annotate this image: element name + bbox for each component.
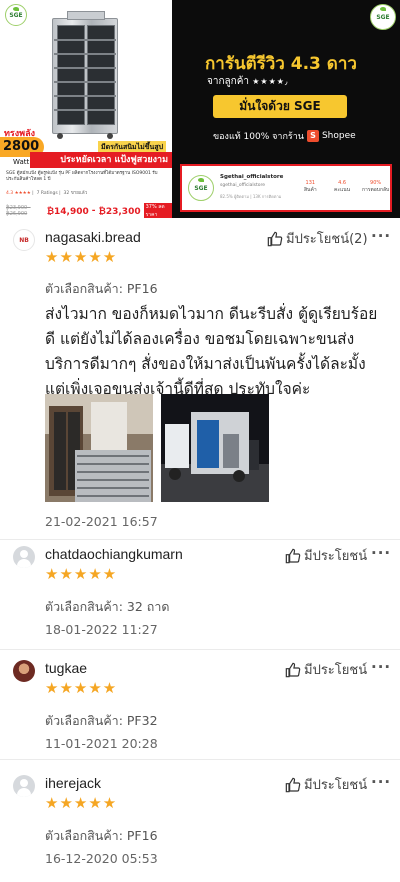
review-date: 16-12-2020 05:53 <box>45 851 158 866</box>
product-banner: SGE ทรงพลัง 2800 Watt มีดรกันสนิมไม่ขึ้น… <box>0 0 400 218</box>
slogan-save-time: ประหยัดเวลา แป้งฟูสวยงาม <box>30 152 172 168</box>
price-high: ₿23,300 <box>98 206 141 217</box>
avatar[interactable] <box>13 546 35 568</box>
banner-product-panel: SGE ทรงพลัง 2800 Watt มีดรกันสนิมไม่ขึ้น… <box>0 0 172 218</box>
review-text: ส่งไวมาก ของก็หมดไวมาก ดีนะรีบสั่ง ตู้ดู… <box>45 305 378 398</box>
review-photo[interactable] <box>45 394 153 502</box>
store-info: 82.5% ผู้ติดตาม | 13K การติดตาม <box>220 194 282 199</box>
store-products: 131 สินค้า <box>304 180 317 193</box>
genuine-line: ของแท้ 100% จากร้าน S Shopee <box>213 130 356 142</box>
discount-badge: 37% ลดราคา <box>143 203 172 218</box>
review-item: tugkae มีประโยชน์ ··· ★★★★★ ตัวเลือกสินค… <box>0 650 400 760</box>
store-rating: 4.6 คะแนน <box>334 180 351 193</box>
review-item: NB nagasaki.bread มีประโยชน์(2) ··· ★★★★… <box>0 218 400 540</box>
review-stars: ★★★★★ <box>45 248 118 266</box>
sge-logo: SGE <box>5 4 27 26</box>
review-username[interactable]: tugkae <box>45 660 87 676</box>
review-username[interactable]: chatdaochiangkumarn <box>45 546 183 562</box>
review-stars: ★★★★★ <box>45 679 118 697</box>
store-name: Sgethai_officialstore <box>220 174 284 180</box>
review-variation: ตัวเลือกสินค้า: PF16 <box>45 281 158 296</box>
review-stars: ★★★★★ <box>45 565 118 583</box>
helpful-button[interactable]: มีประโยชน์(2) <box>267 228 368 249</box>
store-handle: sgethai_officialstore <box>220 183 266 188</box>
review-variation: ตัวเลือกสินค้า: 32 ถาด <box>45 599 170 614</box>
promo-stars: ★★★★٫ <box>252 77 288 86</box>
store-chat: 90% การตอบกลับ <box>362 180 390 193</box>
review-variation: ตัวเลือกสินค้า: PF16 <box>45 828 158 843</box>
thumbs-up-icon <box>285 777 301 792</box>
more-options-icon[interactable]: ··· <box>371 544 391 562</box>
from-buyers-line: จากลูกค้า ★★★★٫ <box>207 76 288 87</box>
review-guarantee-title: การันตีรีวิว 4.3 ดาว <box>205 54 357 74</box>
proofer-cabinet-image <box>52 11 118 139</box>
review-username[interactable]: nagasaki.bread <box>45 229 141 245</box>
more-options-icon[interactable]: ··· <box>371 227 391 245</box>
thumbs-up-icon <box>267 231 283 246</box>
helpful-button[interactable]: มีประโยชน์ <box>285 659 367 680</box>
more-options-icon[interactable]: ··· <box>371 773 391 791</box>
product-meta: 4.3 ★★★★ | 7 Ratings | 32 ขายแล้ว <box>6 191 88 196</box>
helpful-button[interactable]: มีประโยชน์ <box>285 774 367 795</box>
power-unit: Watt <box>13 158 30 166</box>
avatar[interactable]: NB <box>13 229 35 251</box>
confident-badge: มั่นใจด้วย SGE <box>213 95 347 118</box>
review-date: 11-01-2021 20:28 <box>45 736 158 751</box>
store-logo: SGE <box>188 175 214 201</box>
old-price: ₿23,900 - ₿26,900 <box>6 205 31 217</box>
helpful-button[interactable]: มีประโยชน์ <box>285 545 367 566</box>
avatar[interactable] <box>13 775 35 797</box>
product-title: SGE ตู้หมักแป้ง ตู้พรูฟแป้ง รุ่น PF ผลิต… <box>6 171 158 182</box>
product-price: ₿23,900 - ₿26,900 ₿14,900 - ₿23,300 37% … <box>6 203 172 218</box>
review-stars: ★★★★★ <box>45 794 118 812</box>
review-date: 18-01-2022 11:27 <box>45 622 158 637</box>
thumbs-up-icon <box>285 662 301 677</box>
more-options-icon[interactable]: ··· <box>371 658 391 676</box>
thumbs-up-icon <box>285 548 301 563</box>
review-item: iherejack มีประโยชน์ ··· ★★★★★ ตัวเลือกส… <box>0 760 400 882</box>
store-card: SGE Sgethai_officialstore sgethai_offici… <box>180 164 392 212</box>
shopee-bag-icon: S <box>306 130 319 142</box>
review-username[interactable]: iherejack <box>45 775 101 791</box>
sge-logo-right: SGE <box>370 4 396 30</box>
avatar[interactable] <box>13 660 35 682</box>
review-date: 21-02-2021 16:57 <box>45 514 158 529</box>
review-item: chatdaochiangkumarn มีประโยชน์ ··· ★★★★★… <box>0 540 400 650</box>
review-variation: ตัวเลือกสินค้า: PF32 <box>45 713 158 728</box>
review-photo[interactable] <box>161 394 269 502</box>
price-low: ₿14,900 <box>46 206 89 217</box>
